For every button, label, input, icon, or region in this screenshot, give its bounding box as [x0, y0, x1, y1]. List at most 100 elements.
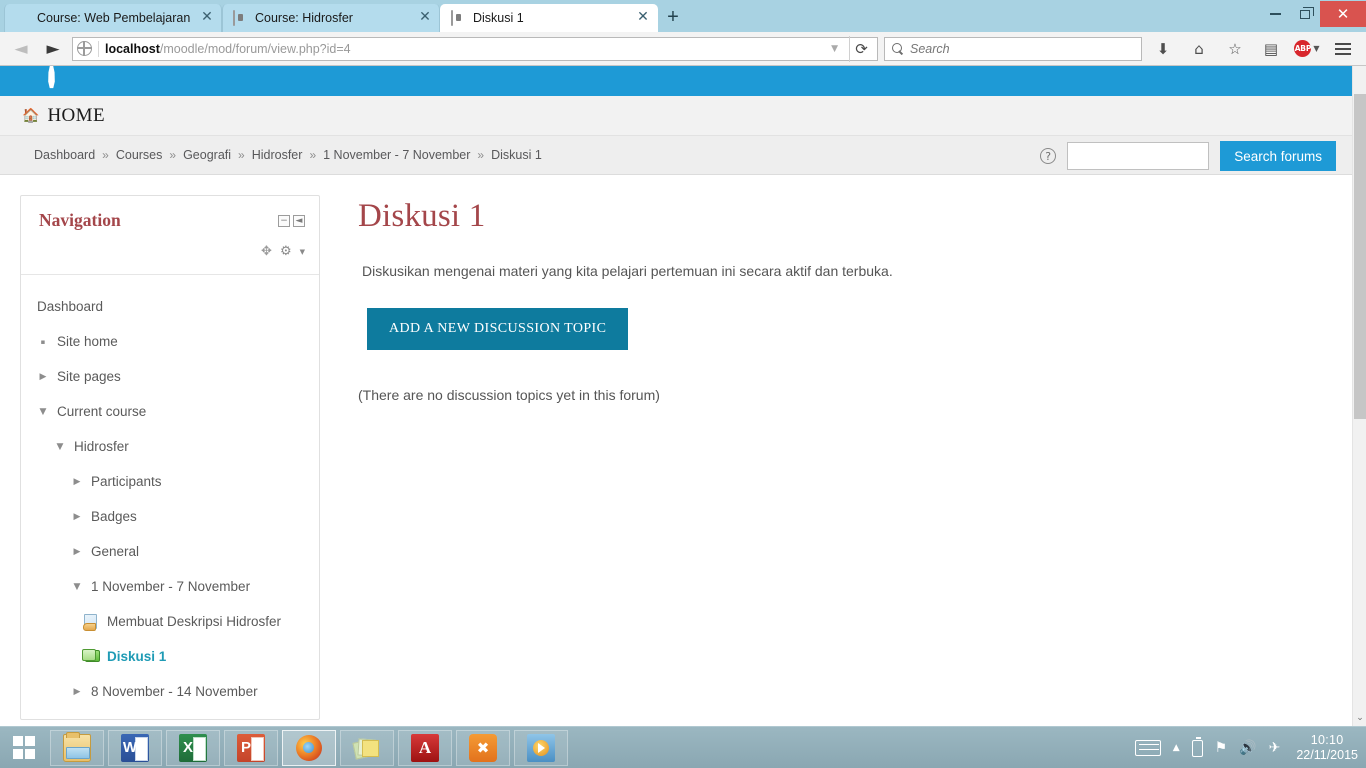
chevron-right-icon[interactable]: ▶ — [71, 477, 83, 487]
home-bar[interactable]: 🏠 HOME — [0, 96, 1352, 136]
scrollbar-thumb[interactable] — [1354, 94, 1366, 419]
sidebar-item-current-course[interactable]: ▼ Current course — [21, 394, 319, 429]
ppt-letter: P — [240, 739, 251, 756]
tab-title: Course: Hidrosfer — [255, 11, 353, 25]
action-center-flag-icon[interactable]: ⚑ — [1215, 740, 1228, 756]
taskbar-item-adobe-reader[interactable]: A — [398, 729, 452, 766]
restore-button[interactable] — [1290, 1, 1320, 27]
sidebar-item-label: Membuat Deskripsi Hidrosfer — [107, 614, 282, 629]
chevron-right-icon[interactable]: ▶ — [71, 512, 83, 522]
page-scrollbar[interactable]: ⌄ — [1352, 66, 1366, 726]
page-resource-icon — [83, 613, 99, 631]
tab-close-icon[interactable]: ✕ — [417, 10, 433, 26]
show-hidden-icons-arrow[interactable]: ▲ — [1173, 743, 1180, 753]
start-button[interactable] — [0, 727, 48, 768]
clock[interactable]: 10:10 22/11/2015 — [1292, 733, 1358, 763]
block-settings-gear-icon[interactable]: ⚙ — [280, 244, 292, 259]
search-placeholder: Search — [910, 41, 950, 56]
hamburger-menu-icon[interactable] — [1328, 35, 1358, 63]
airplane-mode-icon[interactable]: ✈ — [1269, 740, 1281, 756]
taskbar-item-powerpoint[interactable]: P — [224, 729, 278, 766]
address-bar[interactable]: localhost/moodle/mod/forum/view.php?id=4… — [72, 35, 878, 62]
volume-icon[interactable]: 🔊 — [1239, 740, 1256, 756]
breadcrumb: Dashboard » Courses » Geografi » Hidrosf… — [34, 148, 542, 162]
library-icon[interactable]: ▤ — [1256, 35, 1286, 63]
taskbar-item-sticky-notes[interactable] — [340, 729, 394, 766]
browser-search-box[interactable]: Search — [884, 36, 1142, 61]
browser-tab-1[interactable]: Course: Web Pembelajaran ✕ — [4, 4, 222, 32]
chevron-right-icon[interactable]: ▶ — [37, 372, 49, 382]
new-tab-button[interactable]: + — [658, 4, 688, 32]
sidebar-item-site-home[interactable]: ▪ Site home — [21, 324, 319, 359]
chevron-down-icon[interactable]: ▼ — [826, 44, 843, 54]
help-icon[interactable]: ? — [1040, 148, 1057, 164]
divider — [98, 40, 99, 57]
tab-close-icon[interactable]: ✕ — [635, 10, 651, 26]
sidebar-item-diskusi-1[interactable]: Diskusi 1 — [21, 639, 319, 674]
home-icon[interactable]: ⌂ — [1184, 35, 1214, 63]
sidebar-item-badges[interactable]: ▶ Badges — [21, 499, 319, 534]
search-forums-button[interactable]: Search forums — [1220, 141, 1336, 171]
firefox-icon — [296, 734, 322, 761]
browser-tab-3-active[interactable]: Diskusi 1 ✕ — [440, 4, 658, 32]
back-icon[interactable]: ◄ — [8, 36, 34, 62]
breadcrumb-item-geografi[interactable]: Geografi — [183, 148, 231, 162]
taskbar-item-word[interactable]: W — [108, 729, 162, 766]
chevron-down-icon[interactable]: ▼ — [37, 407, 49, 417]
chevron-down-icon[interactable]: ▼ — [300, 248, 305, 256]
bookmark-star-icon[interactable]: ☆ — [1220, 35, 1250, 63]
breadcrumb-item-week[interactable]: 1 November - 7 November — [323, 148, 470, 162]
moodle-page: 🏠 HOME Dashboard » Courses » Geografi » … — [0, 66, 1352, 726]
taskbar-item-media-player[interactable] — [514, 729, 568, 766]
sidebar-item-membuat-deskripsi-hidrosfer[interactable]: Membuat Deskripsi Hidrosfer — [21, 604, 319, 639]
breadcrumb-item-hidrosfer[interactable]: Hidrosfer — [252, 148, 303, 162]
sidebar-item-general[interactable]: ▶ General — [21, 534, 319, 569]
reload-icon[interactable]: ⟳ — [849, 35, 873, 62]
search-forums-input[interactable] — [1067, 142, 1210, 170]
sidebar-item-participants[interactable]: ▶ Participants — [21, 464, 319, 499]
download-icon[interactable]: ⬇ — [1148, 35, 1178, 63]
chevron-right-icon[interactable]: ▶ — [71, 687, 83, 697]
sidebar-item-dashboard[interactable]: Dashboard — [21, 289, 319, 324]
keyboard-icon[interactable] — [1134, 740, 1161, 756]
add-new-discussion-topic-button[interactable]: ADD A NEW DISCUSSION TOPIC — [367, 308, 629, 350]
dock-collapse-icon[interactable]: − — [278, 215, 290, 227]
globe-icon — [76, 40, 92, 56]
taskbar-item-file-explorer[interactable] — [50, 729, 104, 766]
sidebar-item-label: Diskusi 1 — [107, 649, 167, 664]
powerpoint-icon: P — [237, 733, 265, 762]
main-region: Diskusi 1 Diskusikan mengenai materi yan… — [320, 195, 1352, 720]
sidebar-item-label: Participants — [91, 474, 162, 489]
scroll-down-arrow-icon[interactable]: ⌄ — [1353, 710, 1366, 726]
windows-taskbar: W X P A ▲ ⚑ 🔊 ✈ 10:10 22/11/2015 — [0, 726, 1366, 768]
forward-icon[interactable]: ► — [40, 36, 66, 62]
sidebar-item-site-pages[interactable]: ▶ Site pages — [21, 359, 319, 394]
battery-icon[interactable] — [1191, 737, 1203, 757]
chevron-down-icon[interactable]: ▼ — [54, 442, 66, 452]
sidebar-item-label: Dashboard — [37, 299, 104, 314]
breadcrumb-item-dashboard[interactable]: Dashboard — [34, 148, 95, 162]
sidebar-item-week-8-nov[interactable]: ▶ 8 November - 14 November — [21, 674, 319, 709]
chevron-down-icon[interactable]: ▼ — [71, 582, 83, 592]
sticky-notes-icon — [352, 736, 380, 760]
browser-tab-2[interactable]: Course: Hidrosfer ✕ — [222, 4, 440, 32]
taskbar-item-firefox[interactable] — [282, 729, 336, 766]
sidebar-item-label: Site home — [57, 334, 118, 349]
folder-icon — [63, 731, 91, 762]
sidebar-item-hidrosfer[interactable]: ▼ Hidrosfer — [21, 429, 319, 464]
adblock-badge: ABP — [1294, 40, 1312, 57]
breadcrumb-item-courses[interactable]: Courses — [116, 148, 163, 162]
chevron-right-icon[interactable]: ▶ — [71, 547, 83, 557]
tab-title: Diskusi 1 — [473, 11, 524, 25]
sidebar-item-week-1-nov[interactable]: ▼ 1 November - 7 November — [21, 569, 319, 604]
taskbar-item-excel[interactable]: X — [166, 729, 220, 766]
content-wrapper: Navigation − ◄ ✥ ⚙ ▼ Dashboard ▪ Site ho… — [0, 175, 1352, 720]
sidebar-item-label: Hidrosfer — [74, 439, 129, 454]
close-window-button[interactable]: ✕ — [1320, 1, 1366, 27]
tab-close-icon[interactable]: ✕ — [199, 10, 215, 26]
dock-block-icon[interactable]: ◄ — [293, 215, 305, 227]
adblock-plus-icon[interactable]: ABP ▼ — [1292, 35, 1322, 63]
minimize-button[interactable] — [1260, 1, 1290, 27]
taskbar-item-xampp[interactable] — [456, 729, 510, 766]
move-block-icon[interactable]: ✥ — [261, 244, 272, 259]
